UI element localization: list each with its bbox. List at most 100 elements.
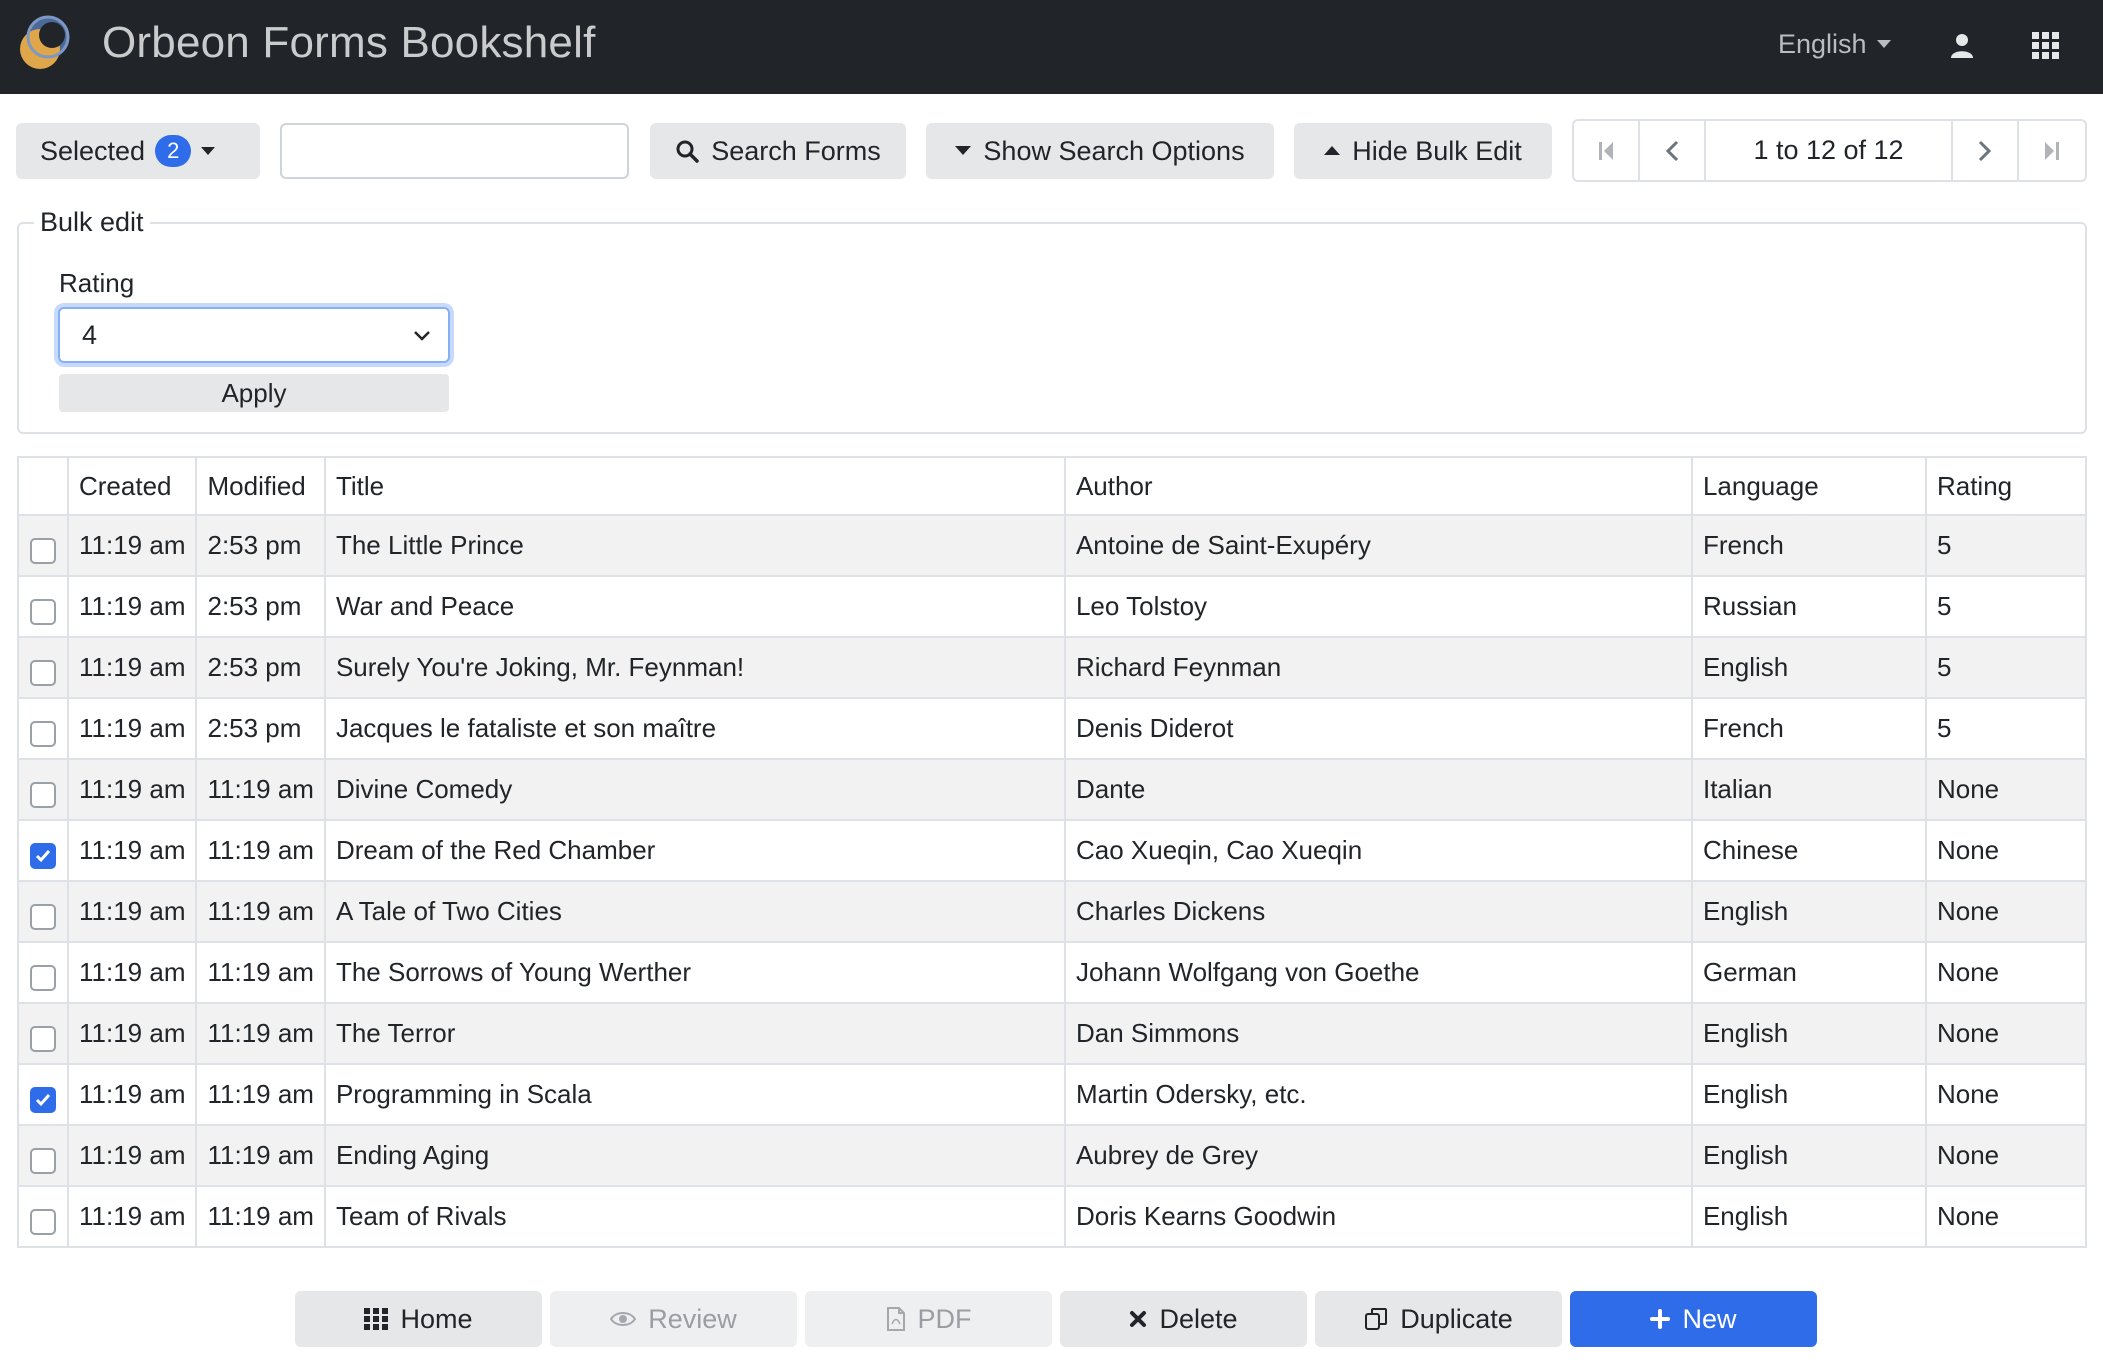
cell-language: English (1690, 1124, 1927, 1187)
previous-page-button[interactable] (1640, 121, 1706, 180)
cell-created: 11:19 am (66, 1063, 198, 1126)
next-page-button[interactable] (1953, 121, 2019, 180)
cell-created: 11:19 am (66, 697, 198, 760)
search-forms-button[interactable]: Search Forms (650, 123, 906, 179)
row-checkbox[interactable] (30, 782, 56, 809)
cell-rating: 5 (1924, 636, 2088, 699)
cell-title: Surely You're Joking, Mr. Feynman! (323, 636, 1066, 699)
table-row[interactable]: 11:19 am 11:19 am Dream of the Red Chamber… (17, 819, 2088, 882)
chevron-down-icon (414, 331, 430, 341)
cell-rating: None (1924, 758, 2088, 821)
rating-select-value: 4 (82, 319, 98, 350)
apps-grid-icon[interactable] (2032, 32, 2060, 60)
table-row[interactable]: 11:19 am 11:19 am Ending Aging Aubrey de Gr… (17, 1124, 2088, 1187)
duplicate-button[interactable]: Duplicate (1315, 1291, 1562, 1347)
new-button[interactable]: New (1570, 1291, 1817, 1347)
row-checkbox[interactable] (30, 1026, 56, 1053)
cell-modified: 11:19 am (195, 1002, 326, 1065)
cell-modified: 2:53 pm (195, 514, 326, 577)
user-icon[interactable] (1950, 32, 1974, 60)
cell-language: French (1690, 697, 1927, 760)
cell-rating: 5 (1924, 514, 2088, 577)
row-checkbox[interactable] (30, 904, 56, 931)
show-search-options-button[interactable]: Show Search Options (926, 123, 1274, 179)
cell-author: Martin Odersky, etc. (1063, 1063, 1693, 1126)
column-header-modified[interactable]: Modified (195, 456, 326, 516)
caret-up-icon (1324, 146, 1341, 156)
row-select-cell (17, 514, 69, 577)
rating-select[interactable]: 4 (58, 307, 450, 363)
cell-language: French (1690, 514, 1927, 577)
home-button[interactable]: Home (295, 1291, 542, 1347)
row-checkbox[interactable] (30, 1209, 56, 1236)
cell-modified: 11:19 am (195, 1063, 326, 1126)
search-forms-label: Search Forms (711, 135, 881, 166)
cell-title: The Sorrows of Young Werther (323, 941, 1066, 1004)
cell-created: 11:19 am (66, 1185, 198, 1248)
cell-author: Denis Diderot (1063, 697, 1693, 760)
cell-created: 11:19 am (66, 636, 198, 699)
row-select-cell (17, 941, 69, 1004)
hide-bulk-edit-button[interactable]: Hide Bulk Edit (1294, 123, 1552, 179)
plus-icon (1650, 1309, 1671, 1329)
table-row[interactable]: 11:19 am 11:19 am Programming in Scala Mart… (17, 1063, 2088, 1126)
row-select-cell (17, 1185, 69, 1248)
apply-button[interactable]: Apply (59, 374, 449, 412)
column-header-rating[interactable]: Rating (1924, 456, 2088, 516)
cell-language: English (1690, 1063, 1927, 1126)
first-page-icon (1599, 141, 1613, 160)
forms-table: Created Modified Title Author Language R… (17, 456, 2088, 1248)
row-checkbox[interactable] (30, 965, 56, 992)
cell-title: Programming in Scala (323, 1063, 1066, 1126)
cell-modified: 2:53 pm (195, 697, 326, 760)
cell-author: Doris Kearns Goodwin (1063, 1185, 1693, 1248)
selected-dropdown-button[interactable]: Selected 2 (16, 123, 260, 179)
language-dropdown[interactable]: English (1778, 29, 1891, 60)
row-checkbox[interactable] (30, 1148, 56, 1175)
row-checkbox[interactable] (30, 1087, 56, 1114)
table-row[interactable]: 11:19 am 11:19 am The Sorrows of Young Wer… (17, 941, 2088, 1004)
table-row[interactable]: 11:19 am 11:19 am The Terror Dan Simmons Eng… (17, 1002, 2088, 1065)
orbeon-logo[interactable] (18, 15, 74, 71)
cell-created: 11:19 am (66, 1002, 198, 1065)
pdf-button[interactable]: PDF (805, 1291, 1052, 1347)
show-search-options-label: Show Search Options (983, 135, 1245, 166)
column-header-author[interactable]: Author (1063, 456, 1693, 516)
table-row[interactable]: 11:19 am 2:53 pm The Little Prince Antoine … (17, 514, 2088, 577)
cell-rating: None (1924, 1185, 2088, 1248)
cell-rating: None (1924, 941, 2088, 1004)
row-select-cell (17, 1124, 69, 1187)
table-row[interactable]: 11:19 am 2:53 pm Surely You're Joking, Mr.… (17, 636, 2088, 699)
cell-title: Jacques le fataliste et son maître (323, 697, 1066, 760)
review-button[interactable]: Review (550, 1291, 797, 1347)
cell-rating: None (1924, 880, 2088, 943)
cell-title: Dream of the Red Chamber (323, 819, 1066, 882)
row-select-cell (17, 819, 69, 882)
table-row[interactable]: 11:19 am 11:19 am A Tale of Two Cities Char… (17, 880, 2088, 943)
table-row[interactable]: 11:19 am 11:19 am Divine Comedy Dante Italia… (17, 758, 2088, 821)
column-header-created[interactable]: Created (66, 456, 198, 516)
cell-created: 11:19 am (66, 819, 198, 882)
table-row[interactable]: 11:19 am 2:53 pm War and Peace Leo Tolstoy R… (17, 575, 2088, 638)
selected-count-badge: 2 (155, 135, 192, 167)
row-checkbox[interactable] (30, 721, 56, 748)
row-checkbox[interactable] (30, 599, 56, 626)
search-input[interactable] (280, 123, 629, 179)
row-checkbox[interactable] (30, 538, 56, 565)
close-icon (1129, 1310, 1147, 1328)
column-header-title[interactable]: Title (323, 456, 1066, 516)
column-header-language[interactable]: Language (1690, 456, 1927, 516)
row-select-cell (17, 758, 69, 821)
last-page-button[interactable] (2019, 121, 2085, 180)
cell-language: Chinese (1690, 819, 1927, 882)
first-page-button[interactable] (1574, 121, 1640, 180)
search-icon (675, 139, 699, 163)
table-row[interactable]: 11:19 am 2:53 pm Jacques le fataliste et s… (17, 697, 2088, 760)
row-select-cell (17, 697, 69, 760)
row-checkbox[interactable] (30, 660, 56, 687)
top-navbar: Orbeon Forms Bookshelf English (0, 0, 2103, 94)
table-row[interactable]: 11:19 am 11:19 am Team of Rivals Doris Kear… (17, 1185, 2088, 1248)
row-select-cell (17, 575, 69, 638)
delete-button[interactable]: Delete (1060, 1291, 1307, 1347)
row-checkbox[interactable] (30, 843, 56, 870)
